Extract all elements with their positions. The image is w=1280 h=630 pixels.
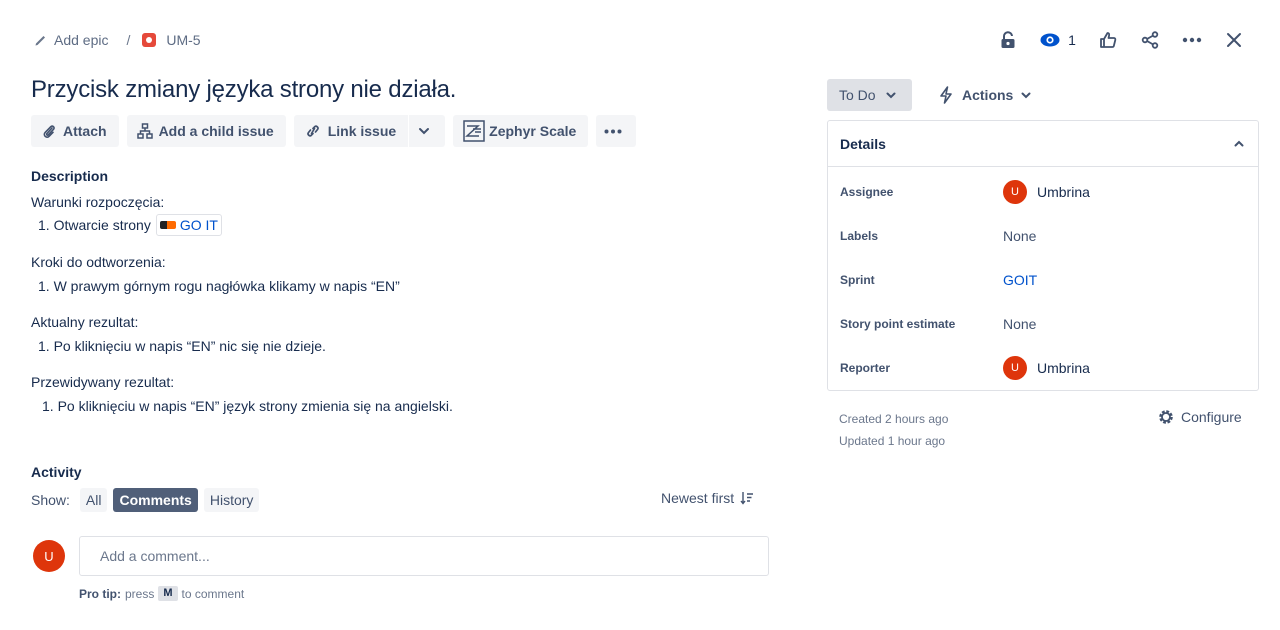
configure-button[interactable]: Configure — [1157, 408, 1242, 426]
comment-placeholder: Add a comment... — [100, 548, 210, 564]
details-row-reporter: Reporter U Umbrina — [840, 356, 1246, 380]
details-heading: Details — [840, 135, 886, 152]
pro-tip-pre: press — [125, 586, 155, 601]
go-it-logo-icon — [159, 221, 176, 229]
description-item-text: 1. Otwarcie strony — [38, 217, 151, 233]
chevron-up-icon — [1234, 140, 1244, 147]
pro-tip: Pro tip: press M to comment — [79, 586, 244, 601]
current-user-avatar: U — [33, 540, 65, 572]
close-icon[interactable] — [1218, 26, 1250, 54]
pro-tip-post: to comment — [181, 586, 245, 601]
go-it-smart-link[interactable]: GO IT — [155, 214, 222, 236]
labels-label: Labels — [840, 229, 879, 243]
hierarchy-icon — [136, 123, 153, 139]
assignee-value[interactable]: U Umbrina — [1003, 180, 1090, 204]
show-label: Show: — [31, 492, 70, 508]
share-icon[interactable] — [1134, 26, 1166, 54]
pencil-icon — [35, 36, 45, 46]
status-dropdown[interactable]: To Do — [827, 79, 912, 111]
description-section-title: Warunki rozpoczęcia: — [31, 194, 165, 210]
gear-icon — [1159, 410, 1173, 424]
zephyr-icon — [463, 120, 485, 142]
description-section-title: Kroki do odtworzenia: — [31, 254, 166, 270]
assignee-avatar: U — [1003, 180, 1027, 204]
activity-heading: Activity — [31, 464, 82, 480]
updated-timestamp: Updated 1 hour ago — [839, 434, 946, 448]
breadcrumb: Add epic / UM-5 — [34, 30, 201, 50]
actions-label: Actions — [962, 87, 1014, 103]
eye-icon — [1040, 33, 1060, 47]
sprint-value[interactable]: GOIT — [1003, 272, 1037, 288]
issue-key-link[interactable]: UM-5 — [166, 32, 200, 48]
description-heading: Description — [31, 168, 109, 184]
more-options-icon[interactable] — [1176, 26, 1208, 54]
paperclip-icon — [43, 125, 55, 138]
sort-order-label: Newest first — [661, 490, 735, 506]
more-toolbar-button[interactable] — [596, 115, 637, 147]
lock-icon[interactable] — [992, 26, 1024, 54]
details-row-labels: Labels None — [840, 224, 1246, 248]
zephyr-scale-button[interactable]: Zephyr Scale — [453, 115, 589, 147]
details-row-sprint: Sprint GOIT — [840, 268, 1246, 292]
sort-descending-icon — [740, 492, 754, 505]
sprint-label: Sprint — [840, 273, 875, 287]
more-icon — [604, 129, 622, 133]
zephyr-scale-label: Zephyr Scale — [489, 123, 577, 139]
description-section-title: Przewidywany rezultat: — [31, 374, 175, 390]
details-header[interactable]: Details — [828, 121, 1258, 167]
details-row-story-points: Story point estimate None — [840, 312, 1246, 336]
lightning-bolt-icon — [940, 86, 952, 104]
attach-button[interactable]: Attach — [31, 115, 119, 147]
reporter-avatar: U — [1003, 356, 1027, 380]
created-timestamp: Created 2 hours ago — [839, 412, 949, 426]
issue-title[interactable]: Przycisk zmiany języka strony nie działa… — [31, 76, 456, 104]
add-child-issue-button[interactable]: Add a child issue — [126, 115, 286, 147]
description-list-item: 1. Po kliknięciu w napis “EN” nic się ni… — [38, 338, 326, 354]
assignee-label: Assignee — [840, 185, 894, 199]
chevron-down-icon — [1021, 92, 1031, 98]
filter-history[interactable]: History — [203, 488, 260, 512]
actions-dropdown[interactable]: Actions — [928, 79, 1041, 111]
description-section-title: Aktualny rezultat: — [31, 314, 139, 330]
reporter-label: Reporter — [840, 361, 891, 375]
link-icon — [306, 125, 319, 137]
description-list-item: 1. Otwarcie strony GO IT — [38, 214, 222, 236]
assignee-name: Umbrina — [1037, 184, 1090, 200]
configure-label: Configure — [1181, 409, 1242, 425]
activity-filter-row: Show: All Comments History — [31, 488, 265, 512]
attach-label: Attach — [63, 123, 107, 139]
pro-tip-label: Pro tip: — [79, 586, 121, 601]
story-point-label: Story point estimate — [840, 317, 956, 331]
watch-count: 1 — [1068, 32, 1076, 48]
chevron-down-icon — [886, 92, 896, 98]
reporter-name: Umbrina — [1037, 360, 1090, 376]
add-epic-link[interactable]: Add epic — [54, 32, 108, 48]
issue-toolbar: Attach Add a child issue Link issue Zeph… — [31, 115, 644, 147]
filter-comments[interactable]: Comments — [113, 488, 198, 512]
thumbs-up-icon[interactable] — [1092, 26, 1124, 54]
labels-value[interactable]: None — [1003, 228, 1036, 244]
chevron-down-icon — [419, 128, 430, 135]
story-point-value[interactable]: None — [1003, 316, 1036, 332]
description-list-item: 1. Po kliknięciu w napis “EN” język stro… — [42, 398, 453, 414]
issue-header-actions: 1 — [982, 26, 1250, 54]
filter-all[interactable]: All — [79, 488, 108, 512]
sort-order-button[interactable]: Newest first — [661, 490, 754, 506]
details-panel: Details Assignee U Umbrina Labels None S… — [827, 120, 1259, 391]
watch-button[interactable]: 1 — [1034, 26, 1082, 54]
breadcrumb-separator: / — [126, 32, 131, 48]
details-row-assignee: Assignee U Umbrina — [840, 180, 1246, 204]
go-it-link-text: GO IT — [179, 217, 218, 233]
link-issue-button[interactable]: Link issue — [293, 115, 409, 147]
link-issue-dropdown[interactable] — [409, 115, 446, 147]
description-list-item: 1. W prawym górnym rogu nagłówka klikamy… — [38, 278, 400, 294]
link-issue-label: Link issue — [327, 123, 397, 139]
bug-icon — [142, 33, 157, 47]
add-child-issue-label: Add a child issue — [158, 123, 274, 139]
comment-input[interactable]: Add a comment... — [79, 536, 769, 576]
status-label: To Do — [839, 87, 876, 103]
pro-tip-key: M — [158, 586, 178, 601]
reporter-value[interactable]: U Umbrina — [1003, 356, 1090, 380]
